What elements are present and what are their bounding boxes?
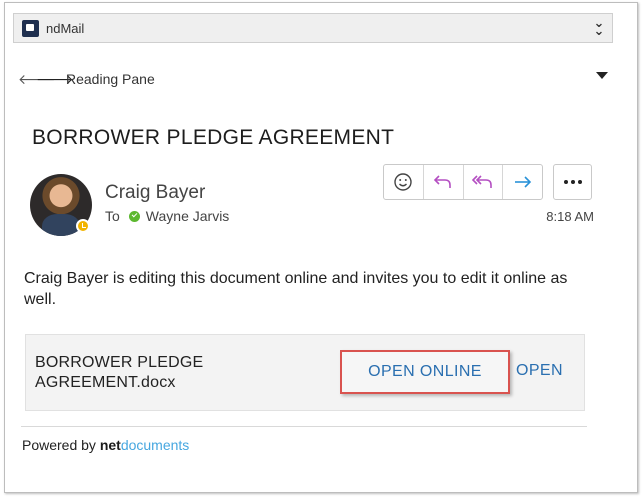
footer-divider	[21, 426, 587, 427]
recipient-name[interactable]: Wayne Jarvis	[146, 208, 230, 224]
message-body: Craig Bayer is editing this document onl…	[24, 270, 568, 308]
available-status-icon	[128, 210, 140, 222]
app-header-bar: ndMail ⌄ ⌄	[13, 13, 613, 43]
sender-name[interactable]: Craig Bayer	[105, 182, 205, 204]
message-subject: BORROWER PLEDGE AGREEMENT	[32, 126, 395, 149]
double-chevron-down-icon[interactable]: ⌄ ⌄	[592, 16, 606, 37]
reply-icon	[433, 175, 451, 188]
reply-all-button[interactable]	[464, 165, 504, 199]
emoji-react-button[interactable]	[384, 165, 424, 199]
more-options-button[interactable]	[553, 164, 592, 200]
app-logo-icon	[22, 19, 39, 37]
away-status-icon	[76, 219, 90, 233]
attachment-filename: BORROWER PLEDGE AGREEMENT.docx	[35, 354, 204, 391]
powered-by-label: Powered by	[22, 437, 96, 453]
reply-all-icon	[471, 175, 492, 188]
message-actions	[383, 164, 543, 200]
recipient-row: To Wayne Jarvis	[105, 208, 229, 224]
to-label: To	[105, 208, 120, 224]
powered-by: Powered by netdocuments	[22, 437, 189, 453]
app-title: ndMail	[46, 20, 85, 36]
arrow-right-icon[interactable]: 🡒	[36, 71, 74, 88]
brand-net: net	[99, 437, 121, 453]
open-button[interactable]: OPEN	[516, 362, 563, 380]
reading-pane-nav: 🡐 🡒 Reading Pane	[18, 68, 608, 90]
arrow-left-icon[interactable]: 🡐	[18, 71, 56, 88]
message-time: 8:18 AM	[546, 209, 594, 224]
forward-button[interactable]	[503, 165, 542, 199]
smiley-icon	[394, 173, 413, 191]
reply-button[interactable]	[424, 165, 464, 199]
reading-pane-label: Reading Pane	[66, 71, 155, 87]
open-online-button[interactable]: OPEN ONLINE	[340, 350, 510, 394]
caret-down-icon[interactable]	[596, 72, 608, 79]
ellipsis-icon	[563, 180, 582, 184]
brand-documents: documents	[120, 437, 190, 453]
forward-icon	[514, 176, 531, 188]
